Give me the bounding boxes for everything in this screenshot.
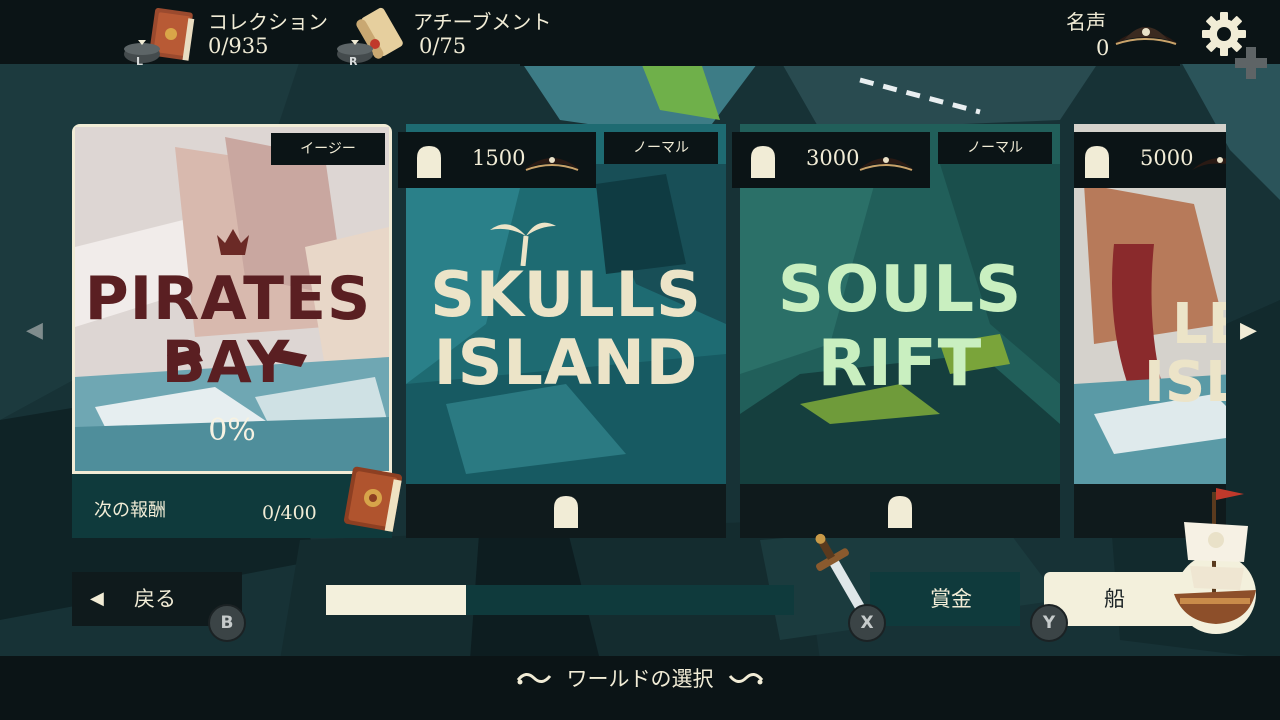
bounty-button[interactable]: 賞金: [870, 572, 1020, 626]
cost-value-souls-rift: 3000: [806, 146, 860, 170]
world-art-pirates-bay: PIRATES BAY 0% イージー: [75, 127, 389, 471]
scroll-right-icon[interactable]: ▶: [1240, 318, 1257, 343]
crown-icon: [215, 227, 251, 261]
lock-icon: [414, 144, 444, 182]
world-card-legend-island[interactable]: LE ISLA 5000: [1074, 124, 1226, 538]
lock-icon: [748, 144, 778, 182]
world-card-skulls-island[interactable]: SKULLS ISLAND 1500 ノーマル: [398, 124, 726, 538]
unlock-cost-legend-island: 5000: [1074, 132, 1226, 188]
unlock-cost-skulls-island: 1500: [398, 132, 596, 188]
crossed-pistols-icon: [167, 343, 307, 377]
world-progress-fill: [326, 585, 467, 615]
fame-value: 0: [1096, 36, 1110, 60]
back-arrow-icon: ◀: [90, 588, 104, 609]
y-button-icon: Y: [1030, 604, 1068, 642]
title-line2-souls-rift: RIFT: [817, 327, 983, 401]
lock-icon: [886, 494, 914, 532]
fame-label: 名声: [1066, 10, 1106, 34]
achievement-counter[interactable]: R アチーブメント 0/75: [335, 0, 565, 68]
reward-label: 次の報酬: [94, 500, 166, 521]
title-line1-legend-island: LE: [1172, 292, 1226, 357]
flourish-right-icon: [728, 657, 764, 701]
title-line1-skulls-island: SKULLS: [430, 258, 702, 331]
plus-icon: [1232, 44, 1270, 86]
reward-value: 0/400: [262, 502, 317, 524]
cost-hat-icon: [1190, 144, 1226, 182]
cost-value-legend-island: 5000: [1140, 146, 1194, 170]
world-card-souls-rift[interactable]: SOULS RIFT 3000 ノーマル: [732, 124, 1060, 538]
x-button-icon: X: [848, 604, 886, 642]
back-label: 戻る: [134, 587, 176, 611]
ship-label: 船: [1104, 587, 1125, 611]
cost-value-skulls-island: 1500: [472, 146, 526, 170]
r-shoulder-label: R: [349, 55, 358, 68]
l-shoulder-label: L: [136, 55, 144, 68]
world-progress-bar: [326, 585, 794, 615]
locked-footer-skulls-island: [406, 484, 726, 538]
title-line2-legend-island: ISLA: [1144, 350, 1226, 415]
world-card-pirates-bay[interactable]: PIRATES BAY 0% イージー: [72, 124, 392, 474]
flourish-left-icon: [516, 657, 552, 701]
fame-counter: 名声 0: [1050, 0, 1190, 64]
scroll-left-icon[interactable]: ◀: [26, 318, 43, 343]
bounty-label: 賞金: [930, 587, 972, 611]
pirate-hat-icon: [1112, 14, 1180, 58]
cost-hat-icon: [522, 144, 582, 182]
screen-title-row: ワールドの選択: [0, 656, 1280, 720]
achievement-label: アチーブメント: [413, 10, 552, 34]
cost-hat-icon: [856, 144, 916, 182]
difficulty-tag-skulls-island: ノーマル: [604, 132, 718, 164]
title-line1-pirates-bay: PIRATES: [84, 264, 372, 334]
difficulty-tag-pirates-bay: イージー: [271, 133, 385, 165]
achievement-value: 0/75: [419, 34, 467, 58]
collection-value: 0/935: [208, 34, 269, 58]
completion-percent: 0%: [208, 413, 256, 448]
bottom-bar: ワールドの選択: [0, 656, 1280, 720]
locked-footer-souls-rift: [740, 484, 1060, 538]
unlock-cost-souls-rift: 3000: [732, 132, 930, 188]
lock-icon: [1082, 144, 1112, 182]
palm-tree-icon: [488, 216, 558, 270]
b-button-icon: B: [208, 604, 246, 642]
treasure-book-icon: [340, 462, 410, 538]
pirate-ship-icon: [1164, 482, 1264, 642]
collection-label: コレクション: [208, 10, 328, 34]
title-line2-skulls-island: ISLAND: [433, 326, 699, 399]
collection-counter[interactable]: L コレクション 0/935: [118, 0, 328, 68]
screen-title: ワールドの選択: [566, 667, 714, 691]
difficulty-tag-souls-rift: ノーマル: [938, 132, 1052, 164]
lock-icon: [552, 494, 580, 532]
title-line1-souls-rift: SOULS: [777, 253, 1023, 327]
